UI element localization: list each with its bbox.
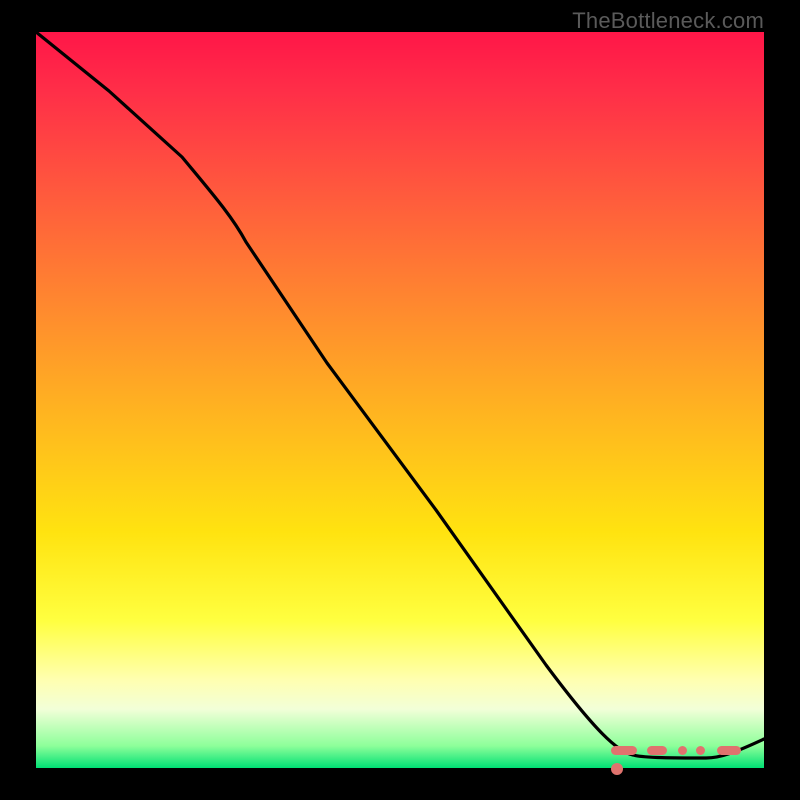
plot-area	[36, 32, 764, 768]
dash-segment	[717, 746, 741, 755]
marker-dashes	[611, 742, 764, 752]
dash-segment	[611, 746, 637, 755]
bottleneck-curve	[36, 32, 764, 768]
chart-frame: TheBottleneck.com	[0, 0, 800, 800]
watermark-text: TheBottleneck.com	[572, 8, 764, 34]
marker-dot	[611, 763, 623, 775]
dash-segment	[647, 746, 667, 755]
